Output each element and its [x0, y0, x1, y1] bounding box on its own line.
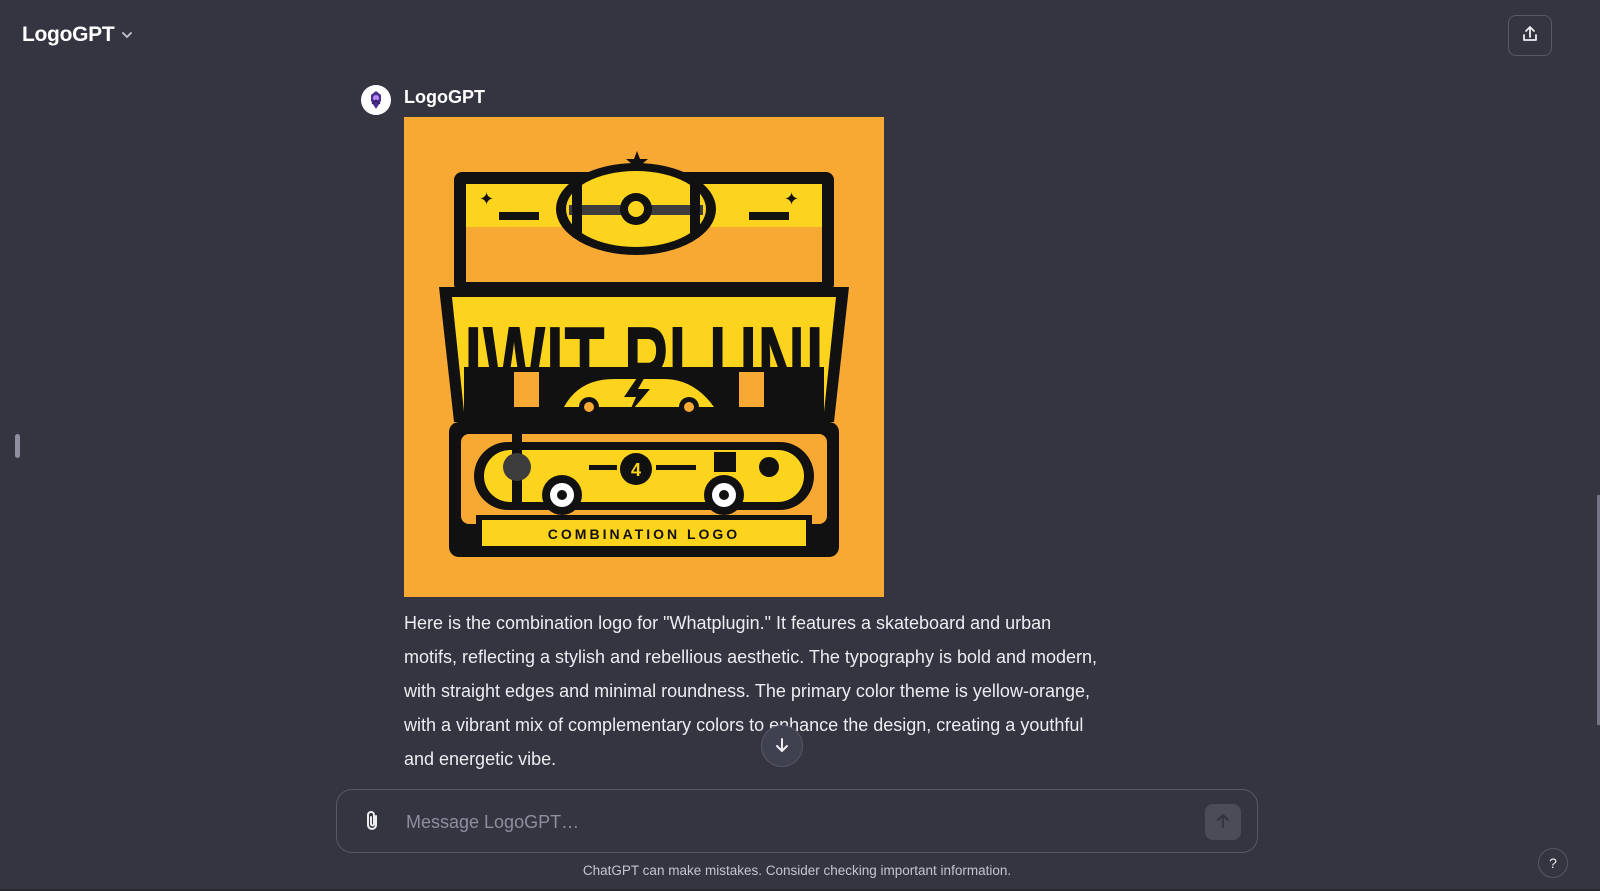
share-upload-icon	[1520, 24, 1540, 47]
send-button[interactable]	[1205, 804, 1241, 840]
disclaimer: ChatGPT can make mistakes. Consider chec…	[582, 863, 1012, 878]
attach-button[interactable]	[357, 807, 387, 837]
generated-logo-image[interactable]: ✦ ✦ IWIT PLUNI 4 COMBINATION LOGO	[404, 117, 884, 597]
header: LogoGPT	[0, 0, 1600, 70]
message-author: LogoGPT	[404, 87, 485, 107]
avatar	[361, 85, 391, 115]
deck-badge-text: 4	[631, 460, 641, 480]
logo-banner-text: COMBINATION LOGO	[548, 526, 740, 542]
logogpt-avatar-icon	[364, 88, 388, 112]
paperclip-icon	[361, 809, 383, 836]
message-text: Here is the combination logo for "Whatpl…	[404, 613, 1098, 769]
model-switcher[interactable]: LogoGPT	[14, 18, 142, 52]
scroll-down-button[interactable]	[761, 725, 803, 767]
chevron-down-icon	[120, 28, 134, 42]
svg-text:✦: ✦	[479, 189, 494, 209]
help-button[interactable]: ?	[1538, 848, 1568, 878]
message-input[interactable]	[404, 802, 1184, 842]
chat-app: LogoGPT LogoGPT ✦ ✦ IWIT PLUNI 4 COMBINA…	[0, 0, 1600, 891]
model-title: LogoGPT	[22, 23, 115, 46]
sidebar-toggle-handle[interactable]	[15, 434, 20, 458]
share-button[interactable]	[1508, 15, 1552, 56]
arrow-up-icon	[1214, 812, 1232, 833]
svg-text:✦: ✦	[784, 189, 799, 209]
message-composer	[336, 789, 1258, 853]
arrow-down-icon	[773, 736, 791, 757]
